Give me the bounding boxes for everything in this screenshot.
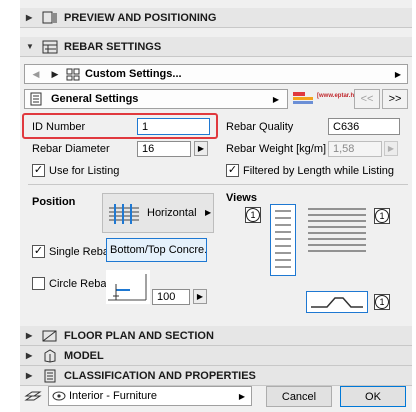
next-settings-button[interactable]: >> [382, 89, 408, 109]
model-icon [42, 348, 58, 363]
checkbox-label: Use for Listing [49, 164, 120, 177]
custom-settings-label: Custom Settings... [85, 68, 182, 80]
expand-arrow-icon: ▶ [26, 371, 33, 380]
filtered-by-length-checkbox[interactable]: ✓ Filtered by Length while Listing [226, 164, 394, 177]
view-number-box[interactable]: 1 [245, 207, 261, 223]
floor-plan-icon [42, 329, 58, 343]
section-title: REBAR SETTINGS [64, 40, 162, 53]
section-title: CLASSIFICATION AND PROPERTIES [64, 369, 256, 382]
views-label: Views [226, 192, 257, 204]
layer-dropdown[interactable]: Interior - Furniture ▶ [48, 386, 252, 406]
dropdown-arrow-icon: ▶ [272, 94, 279, 104]
checkbox-label: Filtered by Length while Listing [243, 164, 395, 177]
position-orientation-button[interactable]: Horizontal ▶ [102, 193, 214, 233]
rebar-weight-input: 1,58 [328, 141, 382, 157]
view-number: 1 [375, 295, 389, 309]
expand-arrow-icon: ▶ [26, 331, 33, 340]
bent-rebar-view[interactable] [306, 291, 368, 313]
rebar-diameter-dropdown[interactable]: ▶ [194, 141, 208, 156]
layer-icon [24, 388, 42, 404]
section-title: MODEL [64, 349, 104, 362]
checkbox-label: Single Rebar [49, 245, 113, 258]
eptar-logo [291, 90, 317, 108]
single-rebar-checkbox[interactable]: ✓ Single Rebar [32, 245, 113, 258]
rebar-horizontal-icon [109, 204, 139, 224]
layer-name: Interior - Furniture [69, 390, 158, 402]
cancel-button[interactable]: Cancel [266, 386, 332, 407]
section-model[interactable]: ▶ MODEL [20, 346, 412, 366]
rebar-weight-dropdown: ▶ [384, 141, 398, 156]
rebar-quality-label: Rebar Quality [226, 121, 294, 133]
prev-settings-button[interactable]: << [354, 89, 380, 109]
orientation-label: Horizontal [147, 207, 197, 219]
dropdown-arrow-icon: ▶ [238, 391, 245, 401]
arrow-right-icon: ▶ [196, 292, 204, 301]
cover-distance-icon [106, 270, 150, 304]
expand-arrow-icon: ▶ [26, 351, 33, 360]
expand-arrow-icon: ▶ [26, 13, 33, 22]
next-page-button[interactable]: ▶ [47, 69, 63, 80]
rebar-weight-label: Rebar Weight [kg/m] [226, 143, 327, 155]
custom-settings-icon [63, 68, 83, 81]
visibility-eye-icon [49, 391, 69, 401]
dropdown-arrow-icon: ▶ [394, 69, 401, 79]
prev-page-button[interactable]: ◀ [25, 69, 47, 80]
position-label: Position [32, 196, 76, 208]
horizontal-rebar-view[interactable] [306, 205, 368, 253]
rebar-diameter-input[interactable]: 16 [137, 141, 191, 157]
checkmark-icon: ✓ [32, 164, 45, 177]
view-number: 1 [375, 209, 389, 223]
general-settings-label: General Settings [51, 93, 139, 105]
section-preview-positioning[interactable]: ▶ PREVIEW AND POSITIONING [20, 8, 412, 28]
rebar-diameter-label: Rebar Diameter [32, 143, 110, 155]
custom-settings-bar[interactable]: ◀ ▶ Custom Settings... ▶ [24, 64, 408, 84]
placement-button[interactable]: Bottom/Top Concre... [106, 238, 207, 262]
rebar-settings-icon [42, 40, 58, 54]
preview-icon [42, 11, 58, 25]
view-number-box[interactable]: 1 [374, 294, 390, 310]
view-number: 1 [246, 208, 260, 222]
section-floor-plan[interactable]: ▶ FLOOR PLAN AND SECTION [20, 326, 412, 346]
section-title: PREVIEW AND POSITIONING [64, 11, 217, 24]
section-rebar-settings[interactable]: ▼ REBAR SETTINGS [20, 37, 412, 57]
divider [28, 184, 408, 185]
checkbox-label: Circle Rebar [49, 277, 111, 290]
highlight-box [22, 113, 218, 139]
arrow-right-icon: ▶ [197, 144, 205, 153]
section-classification[interactable]: ▶ CLASSIFICATION AND PROPERTIES [20, 366, 412, 386]
vertical-rebar-view[interactable] [270, 204, 296, 276]
circle-rebar-checkbox[interactable]: Circle Rebar [32, 277, 110, 290]
cover-distance-dropdown[interactable]: ▶ [193, 289, 207, 304]
collapse-arrow-icon: ▼ [26, 42, 34, 51]
use-for-listing-checkbox[interactable]: ✓ Use for Listing [32, 164, 119, 177]
dropdown-arrow-icon: ▶ [205, 208, 212, 217]
checkmark-icon: ✓ [226, 164, 239, 177]
cover-distance-input[interactable]: 100 [152, 289, 190, 305]
general-settings-icon [25, 92, 47, 106]
classification-icon [42, 369, 58, 383]
checkmark-icon: ✓ [32, 245, 45, 258]
view-number-box[interactable]: 1 [374, 208, 390, 224]
ok-button[interactable]: OK [340, 386, 406, 407]
general-settings-dropdown[interactable]: General Settings ▶ [24, 89, 288, 109]
section-title: FLOOR PLAN AND SECTION [64, 329, 214, 342]
arrow-right-icon: ▶ [387, 144, 395, 153]
checkbox-empty [32, 277, 45, 290]
rebar-quality-input[interactable]: C636 [328, 118, 400, 135]
